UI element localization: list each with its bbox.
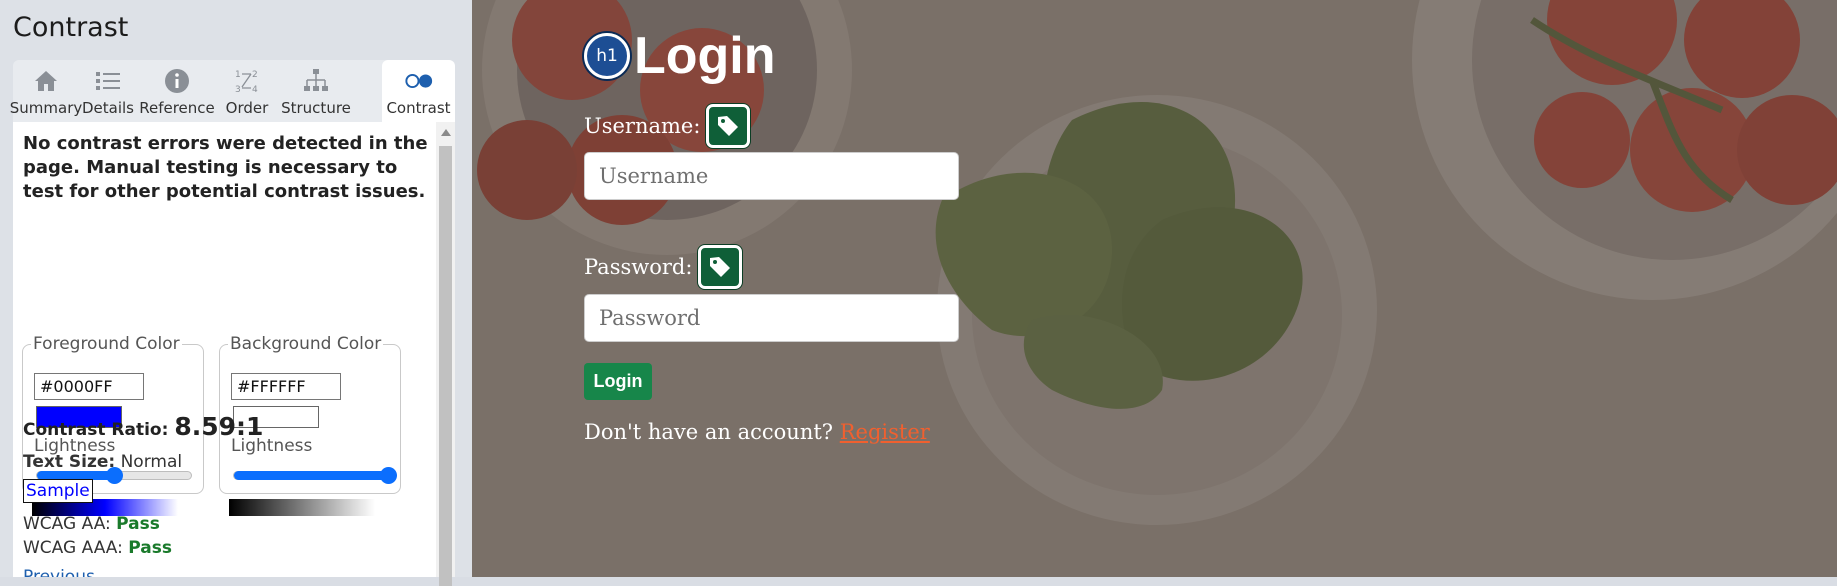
h1-badge-icon: h1 <box>584 33 630 79</box>
structure-icon <box>301 66 331 96</box>
contrast-icon <box>404 66 434 96</box>
previous-link[interactable]: Previous <box>23 567 95 577</box>
tab-label: Reference <box>139 99 215 117</box>
foreground-hex-input[interactable]: #0000FF <box>34 373 144 400</box>
login-heading: h1 Login <box>584 26 776 86</box>
background-lightness-slider[interactable] <box>233 467 397 484</box>
order-icon: 1 2 3 4 <box>232 66 262 96</box>
background-hex-input[interactable]: #FFFFFF <box>231 373 341 400</box>
register-prompt: Don't have an account? Register <box>584 420 930 444</box>
contrast-ratio-label: Contrast Ratio: <box>23 420 169 440</box>
tab-label: Contrast <box>386 99 451 117</box>
password-label-text: Password: <box>584 255 693 279</box>
scroll-up-arrow-icon[interactable] <box>441 129 451 136</box>
account-text: Don't have an account? <box>584 420 834 444</box>
foreground-legend: Foreground Color <box>33 334 180 354</box>
login-title: Login <box>634 27 776 85</box>
tab-contrast[interactable]: Contrast <box>382 60 455 124</box>
contrast-message: No contrast errors were detected in the … <box>23 133 428 202</box>
tab-label: Summary <box>9 99 83 117</box>
wcag-aaa-result: WCAG AAA: Pass <box>23 538 172 558</box>
info-icon <box>162 66 192 96</box>
contrast-ratio: Contrast Ratio: 8.59:1 <box>23 412 263 441</box>
home-icon <box>31 66 61 96</box>
background-lightness-gradient <box>229 499 375 516</box>
tab-summary[interactable]: Summary <box>10 60 82 122</box>
username-input[interactable]: Username <box>584 152 959 200</box>
background-legend: Background Color <box>230 334 382 354</box>
panel-scrollbar[interactable] <box>436 122 455 586</box>
contrast-ratio-value: 8.59:1 <box>174 412 264 441</box>
svg-text:3: 3 <box>235 85 241 95</box>
svg-text:2: 2 <box>252 70 258 80</box>
text-size-value: Normal <box>120 452 183 472</box>
password-placeholder: Password <box>599 306 701 330</box>
contrast-panel: Contrast Summary Details Reference 1 2 3 4 … <box>0 0 472 586</box>
contrast-content: No contrast errors were detected in the … <box>13 122 436 577</box>
password-label: Password: <box>584 245 743 289</box>
tab-structure[interactable]: Structure <box>277 60 355 122</box>
tab-label: Structure <box>281 99 351 117</box>
svg-text:1: 1 <box>235 70 241 80</box>
wcag-aaa-label: WCAG AAA: <box>23 538 123 558</box>
username-label: Username: <box>584 104 751 148</box>
slider-knob[interactable] <box>380 467 397 484</box>
username-placeholder: Username <box>599 164 709 188</box>
label-tag-icon <box>698 245 743 289</box>
scroll-thumb[interactable] <box>439 146 452 586</box>
text-size: Text Size: Normal <box>23 452 182 472</box>
tab-bar: Summary Details Reference 1 2 3 4 Order Str… <box>10 60 455 124</box>
tab-details[interactable]: Details <box>79 60 137 122</box>
wcag-aaa-value: Pass <box>128 538 172 558</box>
wcag-aa-value: Pass <box>116 514 160 534</box>
label-tag-icon <box>706 104 751 148</box>
panel-title: Contrast <box>13 12 129 43</box>
password-input[interactable]: Password <box>584 294 959 342</box>
slider-fill <box>234 471 388 480</box>
tab-reference[interactable]: Reference <box>137 60 217 122</box>
svg-text:4: 4 <box>252 85 258 95</box>
tab-order[interactable]: 1 2 3 4 Order <box>217 60 277 122</box>
text-size-label: Text Size: <box>23 452 116 472</box>
register-link[interactable]: Register <box>840 420 930 444</box>
login-page: h1 Login Username: Username Password: Pa… <box>472 0 1837 577</box>
login-button[interactable]: Login <box>584 363 652 400</box>
tab-label: Order <box>225 99 269 117</box>
contrast-sample: Sample <box>23 479 93 503</box>
wcag-aa-label: WCAG AA: <box>23 514 111 534</box>
username-label-text: Username: <box>584 114 701 138</box>
tab-label: Details <box>81 99 134 117</box>
wcag-aa-result: WCAG AA: Pass <box>23 514 160 534</box>
list-icon <box>93 66 123 96</box>
